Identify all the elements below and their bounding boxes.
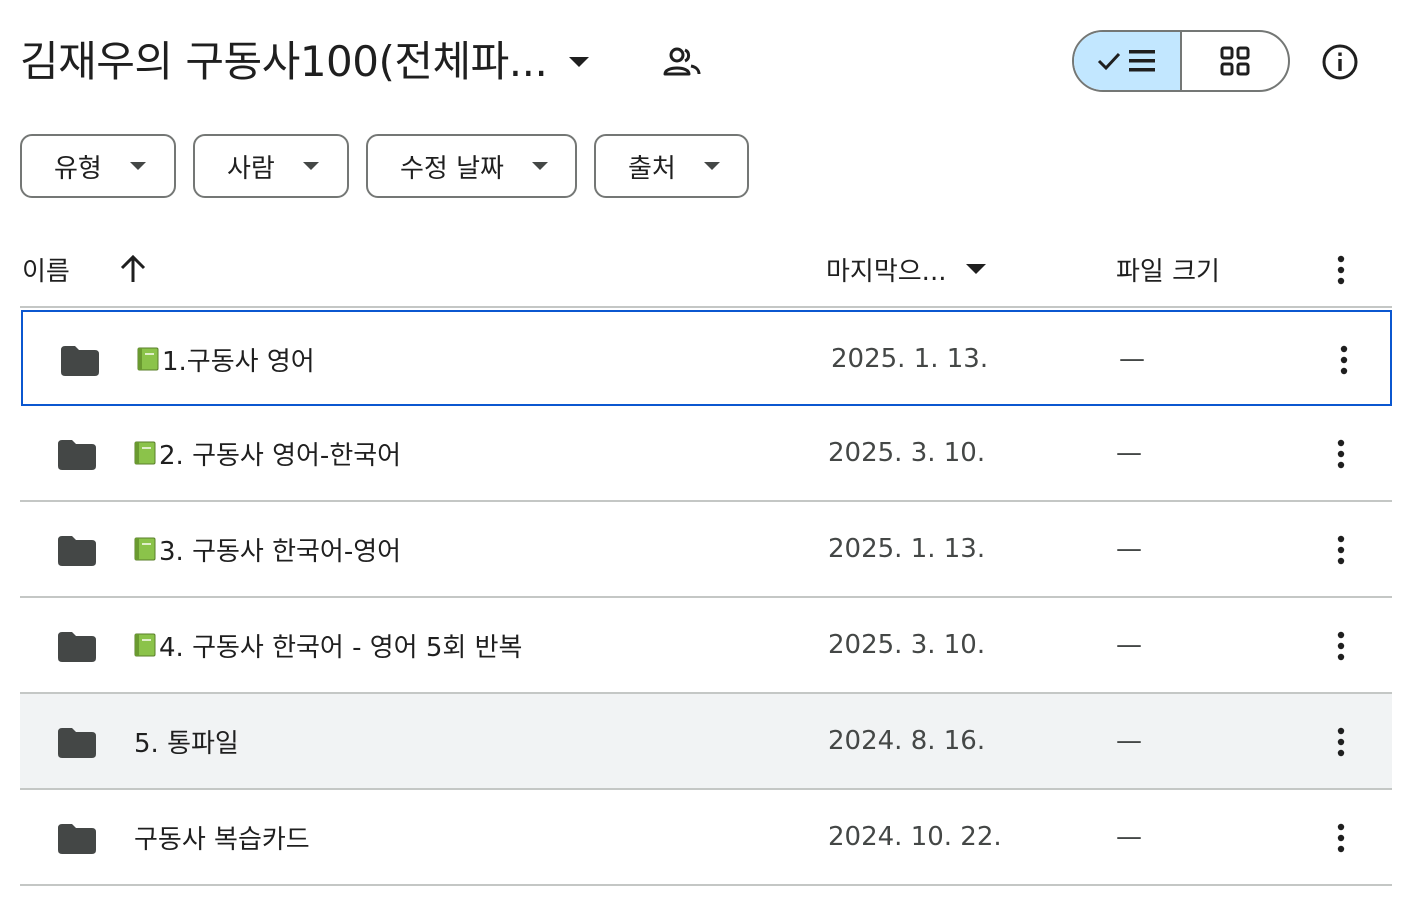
people-icon [663, 47, 701, 76]
modified-date: 2025. 1. 13. [831, 344, 989, 374]
file-size: — [1116, 630, 1142, 660]
table-row[interactable]: 1.구동사 영어 2025. 1. 13. — [21, 310, 1392, 406]
file-name-text: 4. 구동사 한국어 - 영어 5회 반복 [159, 632, 523, 663]
file-size: — [1119, 344, 1145, 374]
chip-label: 유형 [54, 153, 102, 184]
file-size: — [1116, 822, 1142, 852]
file-name-text: 3. 구동사 한국어-영어 [159, 536, 402, 567]
folder-icon [61, 346, 99, 376]
file-size: — [1116, 726, 1142, 756]
arrow-up-icon[interactable] [116, 252, 150, 286]
green-book-icon [134, 441, 156, 465]
more-vert-icon[interactable] [1326, 532, 1356, 568]
chip-label: 출처 [628, 153, 676, 184]
filter-modified-chip[interactable]: 수정 날짜 [366, 134, 577, 198]
table-header: 이름 마지막으... 파일 크기 [20, 238, 1392, 308]
list-view-button[interactable] [1074, 32, 1182, 90]
caret-down-icon [531, 162, 548, 170]
more-vert-icon[interactable] [1326, 628, 1356, 664]
column-modified-header[interactable]: 마지막으... [826, 238, 987, 300]
check-list-icon [1097, 50, 1155, 72]
file-name-text: 구동사 복습카드 [134, 824, 310, 855]
caret-down-icon [129, 162, 146, 170]
filter-source-chip[interactable]: 출처 [594, 134, 749, 198]
folder-icon [58, 632, 96, 662]
file-size: — [1116, 534, 1142, 564]
green-book-icon [137, 347, 159, 371]
more-vert-icon[interactable] [1326, 724, 1356, 760]
file-name: 구동사 복습카드 [134, 790, 310, 884]
table-row[interactable]: 5. 통파일 2024. 8. 16. — [20, 694, 1392, 790]
page-title: 김재우의 구동사100(전체파... [20, 37, 548, 86]
file-name-text: 1.구동사 영어 [162, 346, 315, 377]
modified-date: 2025. 3. 10. [828, 438, 986, 468]
table-row[interactable]: 3. 구동사 한국어-영어 2025. 1. 13. — [20, 502, 1392, 598]
file-size: — [1116, 438, 1142, 468]
header: 김재우의 구동사100(전체파... [20, 28, 1392, 96]
more-vert-icon[interactable] [1326, 252, 1356, 288]
more-vert-icon[interactable] [1329, 342, 1359, 378]
green-book-icon [134, 537, 156, 561]
caret-down-icon [703, 162, 720, 170]
caret-down-icon [966, 264, 987, 274]
table-row[interactable]: 2. 구동사 영어-한국어 2025. 3. 10. — [20, 406, 1392, 502]
view-toggle [1072, 30, 1290, 92]
filter-bar: 유형 사람 수정 날짜 출처 [20, 134, 749, 198]
folder-icon [58, 824, 96, 854]
modified-date: 2025. 1. 13. [828, 534, 986, 564]
file-name: 5. 통파일 [134, 694, 239, 788]
column-size-header: 파일 크기 [1116, 256, 1220, 287]
file-name: 1.구동사 영어 [137, 312, 315, 406]
grid-view-button[interactable] [1182, 32, 1288, 90]
grid-icon [1220, 46, 1250, 76]
chip-label: 사람 [227, 153, 275, 184]
filter-type-chip[interactable]: 유형 [20, 134, 176, 198]
folder-icon [58, 536, 96, 566]
more-vert-icon[interactable] [1326, 436, 1356, 472]
green-book-icon [134, 633, 156, 657]
more-vert-icon[interactable] [1326, 820, 1356, 856]
file-name: 4. 구동사 한국어 - 영어 5회 반복 [134, 598, 522, 692]
caret-down-icon [302, 162, 319, 170]
modified-date: 2024. 8. 16. [828, 726, 986, 756]
file-name: 2. 구동사 영어-한국어 [134, 406, 401, 500]
file-name-text: 2. 구동사 영어-한국어 [159, 440, 402, 471]
file-name: 3. 구동사 한국어-영어 [134, 502, 401, 596]
folder-icon [58, 440, 96, 470]
caret-down-icon[interactable] [569, 57, 590, 67]
folder-icon [58, 728, 96, 758]
column-name-header[interactable]: 이름 [22, 238, 70, 300]
column-modified-label: 마지막으... [826, 256, 947, 287]
folder-title-button[interactable]: 김재우의 구동사100(전체파... [20, 30, 590, 94]
chip-label: 수정 날짜 [400, 153, 504, 184]
file-name-text: 5. 통파일 [134, 728, 239, 759]
modified-date: 2024. 10. 22. [828, 822, 1002, 852]
info-icon[interactable] [1320, 42, 1360, 82]
table-row[interactable]: 4. 구동사 한국어 - 영어 5회 반복 2025. 3. 10. — [20, 598, 1392, 694]
modified-date: 2025. 3. 10. [828, 630, 986, 660]
filter-people-chip[interactable]: 사람 [193, 134, 349, 198]
table-row[interactable]: 구동사 복습카드 2024. 10. 22. — [20, 790, 1392, 886]
